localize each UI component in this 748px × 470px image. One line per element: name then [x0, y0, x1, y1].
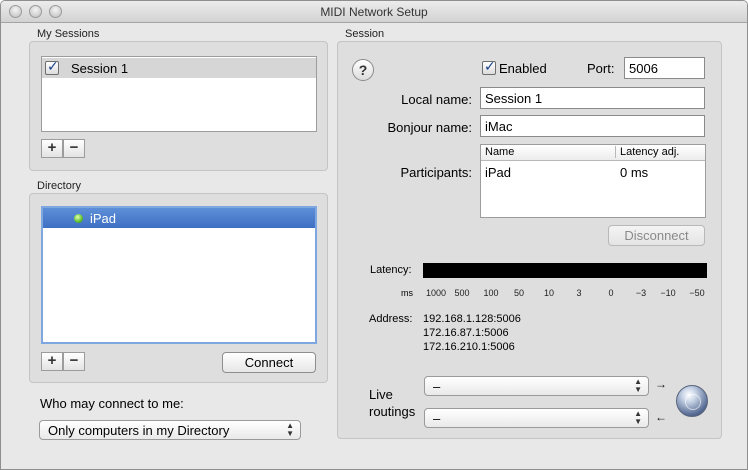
checkmark-icon: ✓: [47, 58, 59, 74]
routing-out-popup[interactable]: – ▲ ▼: [424, 408, 649, 428]
latency-tick: −50: [689, 288, 705, 298]
column-header-latency-adj[interactable]: Latency adj.: [615, 146, 679, 158]
latency-tick: −3: [635, 288, 647, 298]
address-line: 192.168.1.128:5006: [423, 313, 521, 325]
directory-label: Directory: [37, 180, 82, 192]
latency-tick: 3: [576, 288, 582, 298]
checkmark-icon: ✓: [484, 58, 496, 74]
who-may-connect-popup[interactable]: Only computers in my Directory ▲ ▼: [39, 420, 301, 440]
latency-tick: −10: [660, 288, 676, 298]
popup-arrows-icon: ▲ ▼: [634, 377, 642, 394]
who-may-connect-label: Who may connect to me:: [40, 396, 184, 411]
my-sessions-group: ✓ Session 1 + −: [29, 41, 328, 171]
session-label: Session: [345, 28, 385, 40]
table-row[interactable]: iPad 0 ms: [481, 163, 705, 181]
directory-group: iPad + − Connect: [29, 193, 328, 383]
my-sessions-label: My Sessions: [37, 28, 100, 40]
session-name: Session 1: [71, 61, 129, 76]
help-button[interactable]: ?: [352, 59, 374, 81]
latency-unit: ms: [401, 288, 413, 298]
latency-tick: 10: [543, 288, 554, 298]
remove-session-button[interactable]: −: [63, 139, 85, 158]
online-status-icon: [74, 214, 83, 223]
directory-list[interactable]: iPad: [41, 206, 317, 344]
address-line: 172.16.87.1:5006: [423, 327, 509, 339]
participant-latency-adj: 0 ms: [620, 165, 649, 180]
popup-arrows-icon: ▲ ▼: [634, 409, 642, 426]
title-bar: MIDI Network Setup: [1, 1, 747, 23]
latency-tick: 500: [454, 288, 470, 298]
participants-table[interactable]: Name Latency adj. iPad 0 ms: [480, 144, 706, 218]
session-group: ? ✓ Enabled Port: 5006 Local name: Sessi…: [337, 41, 722, 439]
network-globe-icon: [676, 385, 708, 417]
session-enabled-checkbox[interactable]: ✓: [45, 58, 59, 75]
routing-in-popup[interactable]: – ▲ ▼: [424, 376, 649, 396]
address-label: Address:: [369, 313, 413, 325]
column-header-name[interactable]: Name: [485, 146, 514, 158]
local-name-label: Local name:: [401, 92, 472, 107]
arrow-right-icon: →: [655, 377, 667, 391]
routing-out-selected: –: [433, 411, 441, 426]
popup-arrows-icon: ▲ ▼: [286, 421, 294, 438]
routing-in-selected: –: [433, 379, 441, 394]
latency-tick: 50: [513, 288, 524, 298]
address-line: 172.16.210.1:5006: [423, 341, 515, 353]
enabled-label: Enabled: [499, 61, 547, 76]
port-field[interactable]: 5006: [624, 57, 705, 79]
port-label: Port:: [587, 61, 615, 76]
sessions-list[interactable]: ✓ Session 1: [41, 56, 317, 132]
live-routings-label-line-2: routings: [369, 404, 416, 419]
add-session-button[interactable]: +: [41, 139, 63, 158]
disconnect-button[interactable]: Disconnect: [608, 225, 705, 246]
directory-item-name: iPad: [90, 211, 117, 226]
latency-meter: [423, 263, 707, 278]
latency-label: Latency:: [370, 264, 412, 276]
participants-label: Participants:: [400, 165, 472, 180]
remove-directory-button[interactable]: −: [63, 352, 85, 371]
arrow-left-icon: ←: [655, 410, 667, 424]
list-item-session-1[interactable]: ✓ Session 1: [42, 58, 316, 78]
window-title: MIDI Network Setup: [320, 5, 428, 19]
latency-tick: 0: [608, 288, 614, 298]
local-name-field[interactable]: Session 1: [480, 87, 705, 109]
add-directory-button[interactable]: +: [41, 352, 63, 371]
connect-button[interactable]: Connect: [222, 352, 316, 373]
bonjour-name-field[interactable]: iMac: [480, 115, 705, 137]
participants-table-header: Name Latency adj.: [481, 145, 705, 161]
who-may-connect-selected: Only computers in my Directory: [48, 423, 230, 438]
enabled-checkbox[interactable]: ✓: [482, 58, 496, 75]
participant-name: iPad: [485, 165, 512, 180]
list-item-ipad[interactable]: iPad: [43, 208, 315, 228]
latency-tick: 100: [483, 288, 499, 298]
bonjour-name-label: Bonjour name:: [387, 120, 472, 135]
live-routings-label-line-1: Live: [369, 387, 393, 402]
midi-network-setup-window: MIDI Network Setup My Sessions ✓ Session…: [0, 0, 748, 470]
